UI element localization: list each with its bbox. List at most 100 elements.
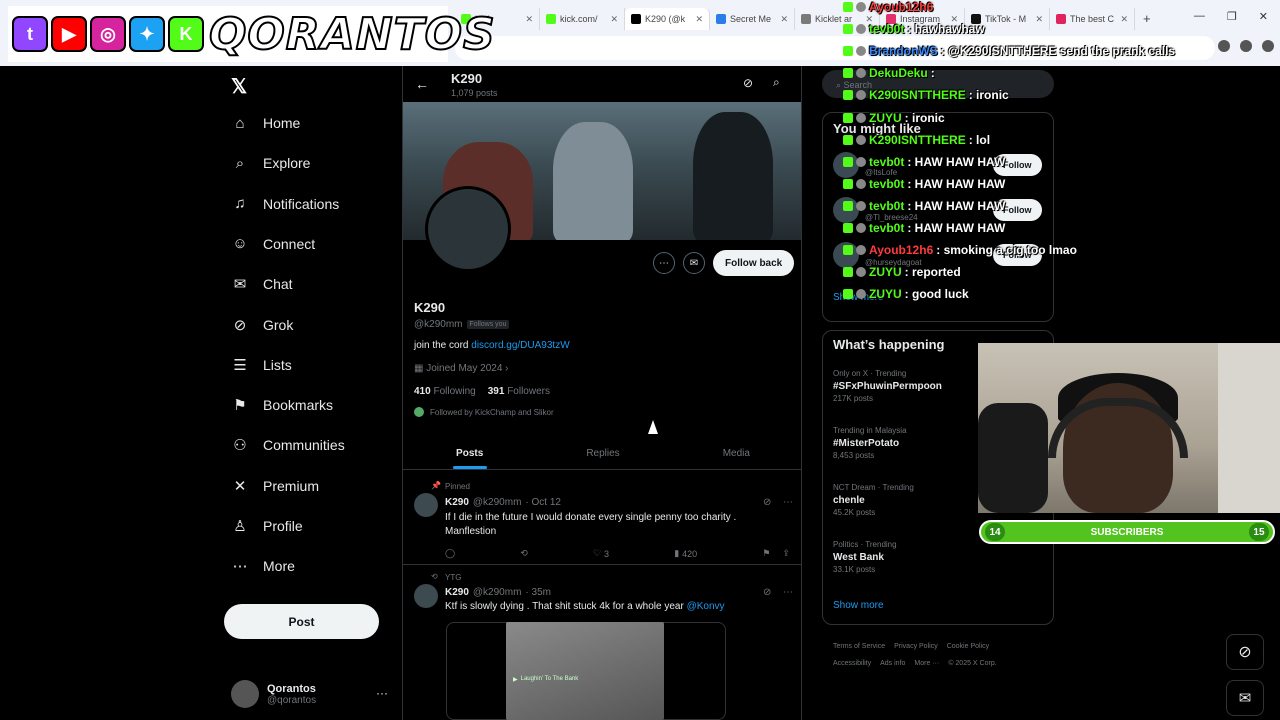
grok-float-button[interactable]: ⊘ — [1226, 634, 1264, 670]
grok-icon[interactable]: ⊘ — [743, 76, 753, 90]
list-icon: ☰ — [233, 356, 247, 374]
sidebar-item-bookmarks[interactable]: ⚑ Bookmarks — [231, 396, 333, 414]
menu-icon[interactable] — [1262, 40, 1274, 52]
sidebar-item-label: More — [263, 558, 295, 575]
follow-back-button[interactable]: Follow back — [713, 250, 795, 276]
tab-close-icon[interactable]: ✕ — [1120, 14, 1128, 25]
user-badge-icon — [856, 267, 866, 278]
avatar-icon[interactable] — [1240, 40, 1252, 52]
followed-by[interactable]: Followed by KickChamp and Slikor — [414, 407, 554, 417]
tweet-mention[interactable]: @Konvy — [687, 601, 725, 612]
tweet-more-icon[interactable]: ⋯ — [783, 587, 793, 598]
back-arrow-icon[interactable]: ← — [415, 76, 429, 92]
chat-username: BrandonWS — [869, 44, 938, 59]
sidebar-item-grok[interactable]: ⊘ Grok — [231, 316, 294, 334]
social-icons: t ▶ ◎ ✦ K — [12, 16, 204, 52]
search-icon[interactable]: ⌕ — [773, 75, 780, 90]
tweet[interactable]: 📌 Pinned K290 @k290mm · Oct 12 ⊘ ⋯ If I … — [403, 471, 801, 565]
footer-link[interactable]: More ··· — [914, 660, 939, 667]
bio-link[interactable]: discord.gg/DUA93tzW — [471, 340, 569, 351]
account-more-icon[interactable]: ··· — [376, 686, 388, 700]
tweet-more-icon[interactable]: ⋯ — [783, 497, 793, 508]
share-icon[interactable]: ⇪ — [782, 548, 790, 559]
views-button[interactable]: ▮ 420 — [674, 548, 697, 559]
instagram-icon: ◎ — [90, 16, 126, 52]
browser-tab[interactable]: Secret Me ✕ — [710, 8, 795, 30]
sidebar-item-communities[interactable]: ⚇ Communities — [231, 436, 345, 454]
restore-icon[interactable]: ❐ — [1227, 10, 1237, 23]
profile-main-column: ← K290 1,079 posts ⊘ ⌕ ⋯ ✉ Follow back K… — [402, 66, 802, 720]
new-tab-button[interactable]: + — [1143, 11, 1151, 26]
trend-item[interactable]: Politics · Trending West Bank 33.1K posts — [833, 540, 897, 574]
show-more-link[interactable]: Show more — [833, 600, 884, 611]
footer-link[interactable]: Privacy Policy — [894, 643, 938, 650]
tab-close-icon[interactable]: ✕ — [780, 14, 788, 25]
tweet-time[interactable]: · Oct 12 — [525, 497, 561, 508]
search-icon: ⌕ — [235, 154, 245, 172]
sidebar-item-notifications[interactable]: ♫ Notifications — [231, 195, 339, 213]
footer-link[interactable]: Cookie Policy — [947, 643, 989, 650]
sub-current: 14 — [985, 523, 1005, 541]
browser-tab[interactable]: K290 (@k ✕ — [625, 8, 710, 30]
profile-avatar[interactable] — [425, 186, 511, 272]
like-button[interactable]: ♡ 3 — [593, 548, 609, 559]
sidebar-item-chat[interactable]: ✉ Chat — [231, 275, 293, 293]
sidebar-item-label: Explore — [263, 155, 311, 172]
footer-link[interactable]: Accessibility — [833, 660, 871, 667]
post-button[interactable]: Post — [224, 604, 379, 639]
more-options-icon[interactable]: ⋯ — [653, 252, 675, 274]
sidebar-item-label: Grok — [263, 316, 294, 333]
chat-username: tevb0t — [869, 221, 905, 235]
sidebar-item-profile[interactable]: ♙ Profile — [231, 517, 302, 535]
footer-link[interactable]: Ads info — [880, 660, 905, 667]
grok-icon[interactable]: ⊘ — [763, 587, 771, 598]
followers-link[interactable]: 391 Followers — [488, 386, 550, 397]
trend-context: Politics · Trending — [833, 540, 897, 549]
reply-icon[interactable]: ◯ — [445, 548, 455, 559]
minimize-icon[interactable]: — — [1194, 10, 1205, 23]
grok-icon: ⊘ — [233, 316, 247, 334]
tab-close-icon[interactable]: ✕ — [610, 14, 618, 25]
tab-close-icon[interactable]: ✕ — [695, 14, 703, 25]
bookmark-icon[interactable]: ⚑ — [762, 548, 770, 559]
extensions-icon[interactable] — [1218, 40, 1230, 52]
stream-chat-overlay: Ayoub12h6 tevb0t: hawhawhaw BrandonWS: @K2… — [843, 0, 1175, 330]
browser-tab[interactable]: kick.com/ ✕ — [540, 8, 625, 30]
sidebar-item-lists[interactable]: ☰ Lists — [231, 356, 292, 374]
tweet-avatar[interactable] — [414, 493, 438, 517]
close-window-icon[interactable]: ✕ — [1259, 10, 1268, 23]
tweet-text: Ktf is slowly dying . That shit stuck 4k… — [445, 600, 755, 614]
tweet-avatar[interactable] — [414, 584, 438, 608]
tweet-media[interactable] — [506, 622, 664, 720]
trend-item[interactable]: NCT Dream · Trending chenle 45.2K posts — [833, 483, 914, 517]
grok-icon[interactable]: ⊘ — [763, 497, 771, 508]
sidebar-item-explore[interactable]: ⌕ Explore — [231, 154, 311, 172]
sidebar-item-connect[interactable]: ☺ Connect — [231, 235, 315, 253]
tweet-author[interactable]: K290 — [445, 587, 469, 598]
sidebar-item-label: Chat — [263, 276, 293, 293]
sidebar-item-premium[interactable]: ✕ Premium — [231, 477, 319, 495]
tab-replies[interactable]: Replies — [536, 438, 669, 469]
trend-item[interactable]: Trending in Malaysia #MisterPotato 8,453 p… — [833, 426, 907, 460]
sidebar-item-more[interactable]: ⋯ More — [231, 557, 295, 575]
trend-item[interactable]: Only on X · Trending #SFxPhuwinPermpoon 21… — [833, 369, 942, 403]
messages-float-button[interactable]: ✉ — [1226, 680, 1264, 716]
tab-close-icon[interactable]: ✕ — [525, 14, 533, 25]
footer-link[interactable]: Terms of Service — [833, 643, 885, 650]
message-icon[interactable]: ✉ — [683, 252, 705, 274]
x-logo-icon[interactable]: 𝕏 — [231, 74, 247, 99]
retweet-icon[interactable]: ⟲ — [520, 548, 528, 559]
trend-topic: #MisterPotato — [833, 438, 900, 449]
following-link[interactable]: 410 Following — [414, 386, 476, 397]
tweet-author[interactable]: K290 — [445, 497, 469, 508]
tweet-time[interactable]: · 35m — [525, 587, 551, 598]
sidebar-item-home[interactable]: ⌂ Home — [231, 114, 300, 132]
twitch-icon: t — [12, 16, 48, 52]
footer-link[interactable]: © 2025 X Corp. — [948, 660, 996, 667]
window-controls: — ❐ ✕ — [1194, 10, 1268, 23]
account-switcher[interactable]: Qorantos @qorantos — [231, 680, 316, 708]
tab-media[interactable]: Media — [670, 438, 801, 469]
sidebar-item-label: Communities — [263, 437, 345, 454]
tab-posts[interactable]: Posts — [403, 438, 536, 469]
user-badge-icon — [856, 178, 866, 189]
